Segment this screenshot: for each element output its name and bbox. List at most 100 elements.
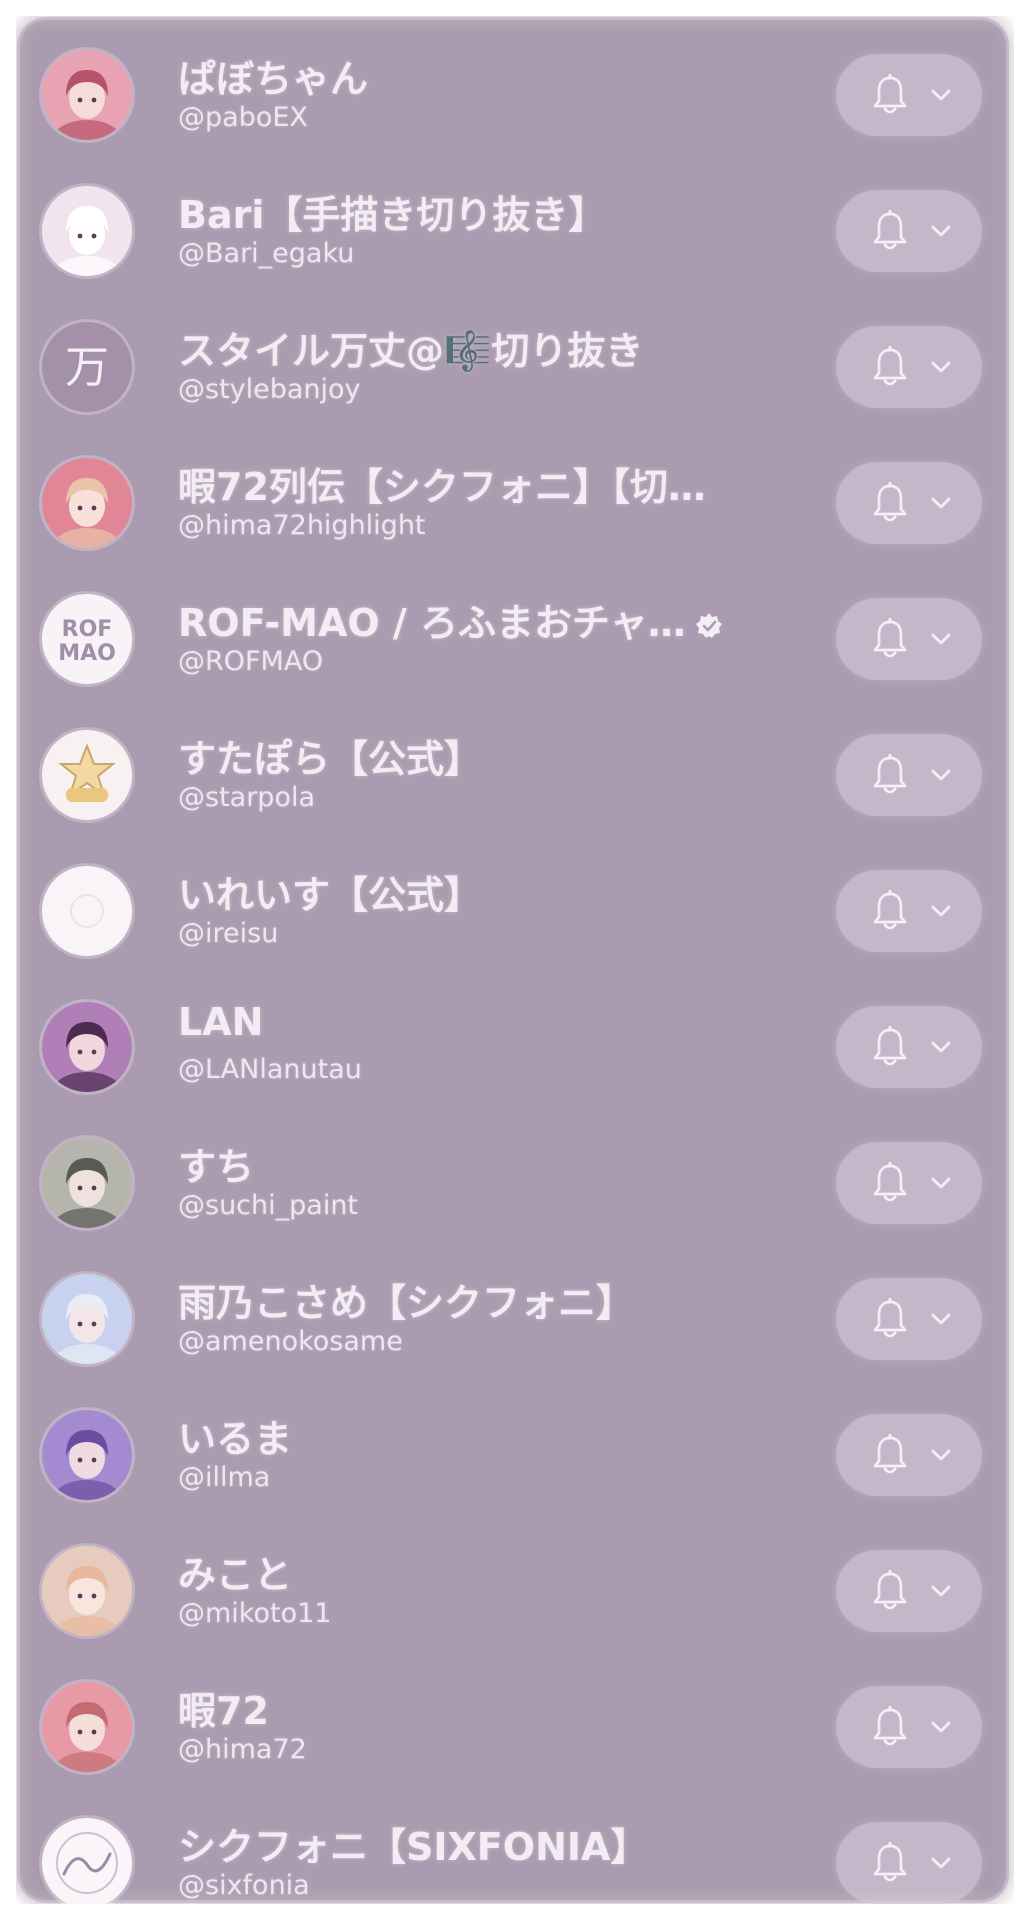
channel-name[interactable]: シクフォニ【SIXFONIA】 [178,1816,798,1871]
anime-avatar-green[interactable] [42,1138,132,1228]
bell-icon [873,618,907,658]
channel-name[interactable]: Bari【手描き切り抜き】 [178,184,798,239]
notification-settings-button[interactable] [836,1278,982,1360]
subscription-row[interactable]: 万 スタイル万丈@🎼切り抜き @stylebanjoy [16,296,1014,432]
chevron-down-icon [931,361,951,373]
bell-icon [873,1026,907,1066]
channel-name-text: いるま [178,1417,293,1461]
anime-avatar-rose[interactable] [42,1682,132,1772]
notification-settings-button[interactable] [836,870,982,952]
subscription-row[interactable]: いれいす【公式】 @ireisu [16,840,1014,976]
cartoon-avatar-white[interactable] [42,186,132,276]
channel-handle: @amenokosame [178,1326,403,1357]
notification-settings-button[interactable] [836,326,982,408]
subscription-row[interactable]: すたぽら【公式】 @starpola [16,704,1014,840]
subscription-row[interactable]: 暇72 @hima72 [16,1656,1014,1792]
channel-handle: @starpola [178,782,316,813]
anime-avatar-blue[interactable] [42,1274,132,1364]
notification-settings-button[interactable] [836,1822,982,1904]
channel-name[interactable]: ぱぼちゃん [178,48,798,103]
subscription-row[interactable]: LAN @LANlanutau [16,976,1014,1112]
channel-handle: @stylebanjoy [178,374,361,405]
chevron-down-icon [931,1313,951,1325]
channel-name[interactable]: いれいす【公式】 [178,864,798,919]
channel-name[interactable]: 暇72列伝【シクフォニ】【切… [178,456,798,511]
bell-icon [873,1162,907,1202]
anime-avatar-pink[interactable] [42,458,132,548]
avatar-image [42,1818,132,1904]
notification-settings-button[interactable] [836,598,982,680]
channel-handle: @LANlanutau [178,1054,362,1085]
subscription-row[interactable]: みこと @mikoto11 [16,1520,1014,1656]
anime-avatar-peach[interactable] [42,1546,132,1636]
avatar-text: 万 [65,342,109,393]
bell-icon [873,346,907,386]
white-logo-avatar[interactable] [42,866,132,956]
subscription-row[interactable]: いるま @illma [16,1384,1014,1520]
script-logo-avatar[interactable] [42,1818,132,1904]
svg-text:MAO: MAO [58,641,116,666]
chevron-down-icon [931,1585,951,1597]
avatar-image [42,1410,132,1500]
bell-icon [873,482,907,522]
avatar-image [42,730,132,820]
anime-avatar-purple[interactable] [42,1002,132,1092]
channel-handle: @hima72 [178,1734,307,1765]
chevron-down-icon [931,225,951,237]
logo-avatar[interactable]: ROF MAO [42,594,132,684]
channel-name[interactable]: スタイル万丈@🎼切り抜き [178,320,798,375]
channel-name[interactable]: いるま [178,1408,798,1463]
notification-settings-button[interactable] [836,1686,982,1768]
subscription-row[interactable]: シクフォニ【SIXFONIA】 @sixfonia [16,1792,1014,1904]
kanji-avatar[interactable]: 万 [42,322,132,412]
channel-name-text: Bari【手描き切り抜き】 [178,193,607,237]
channel-name-text: みこと [178,1553,293,1597]
channel-name[interactable]: 暇72 [178,1680,798,1735]
channel-list-screen: ぱぼちゃん @paboEX Bari【手描き切り抜き】 @Bari_egaku [16,16,1014,1904]
channel-name[interactable]: みこと [178,1544,798,1599]
notification-settings-button[interactable] [836,54,982,136]
notification-settings-button[interactable] [836,1006,982,1088]
subscription-row[interactable]: ROF MAO ROF-MAO / ろふまおチャ… @ROFMAO [16,568,1014,704]
notification-settings-button[interactable] [836,462,982,544]
notification-settings-button[interactable] [836,1142,982,1224]
anime-avatar-violet[interactable] [42,1410,132,1500]
notification-settings-button[interactable] [836,190,982,272]
svg-text:ROF: ROF [62,617,113,642]
verified-badge-icon [695,612,722,638]
avatar-image: 万 [42,322,132,412]
anime-avatar-red[interactable] [42,50,132,140]
avatar-image [42,458,132,548]
channel-name[interactable]: ROF-MAO / ろふまおチャ… [178,592,798,647]
bell-icon [873,1706,907,1746]
channel-name[interactable]: LAN [178,1000,798,1044]
bell-icon [873,74,907,114]
notification-settings-button[interactable] [836,734,982,816]
chevron-down-icon [931,89,951,101]
channel-name[interactable]: すち [178,1136,798,1191]
channel-handle: @Bari_egaku [178,238,355,269]
notification-settings-button[interactable] [836,1414,982,1496]
channel-name[interactable]: 雨乃こさめ【シクフォニ】 [178,1272,798,1327]
subscription-row[interactable]: Bari【手描き切り抜き】 @Bari_egaku [16,160,1014,296]
notification-settings-button[interactable] [836,1550,982,1632]
avatar-image [42,1274,132,1364]
chevron-down-icon [931,1449,951,1461]
subscription-row[interactable]: 暇72列伝【シクフォニ】【切… @hima72highlight [16,432,1014,568]
channel-name[interactable]: すたぽら【公式】 [178,728,798,783]
star-logo-avatar[interactable] [42,730,132,820]
avatar-image [42,866,132,956]
channel-name-text: 暇72列伝【シクフォニ】【切… [178,465,706,509]
channel-name-text: スタイル万丈@🎼切り抜き [178,329,644,373]
subscription-row[interactable]: 雨乃こさめ【シクフォニ】 @amenokosame [16,1248,1014,1384]
subscription-row[interactable]: ぱぼちゃん @paboEX [16,24,1014,160]
avatar-image [42,1138,132,1228]
channel-handle: @illma [178,1462,271,1493]
chevron-down-icon [931,1721,951,1733]
channel-name-text: シクフォニ【SIXFONIA】 [178,1825,649,1869]
channel-name-text: すち [178,1145,255,1189]
subscription-row[interactable]: すち @suchi_paint [16,1112,1014,1248]
channel-name-text: ぱぼちゃん [178,57,369,101]
channel-handle: @mikoto11 [178,1598,332,1629]
avatar-image: ROF MAO [42,594,132,684]
